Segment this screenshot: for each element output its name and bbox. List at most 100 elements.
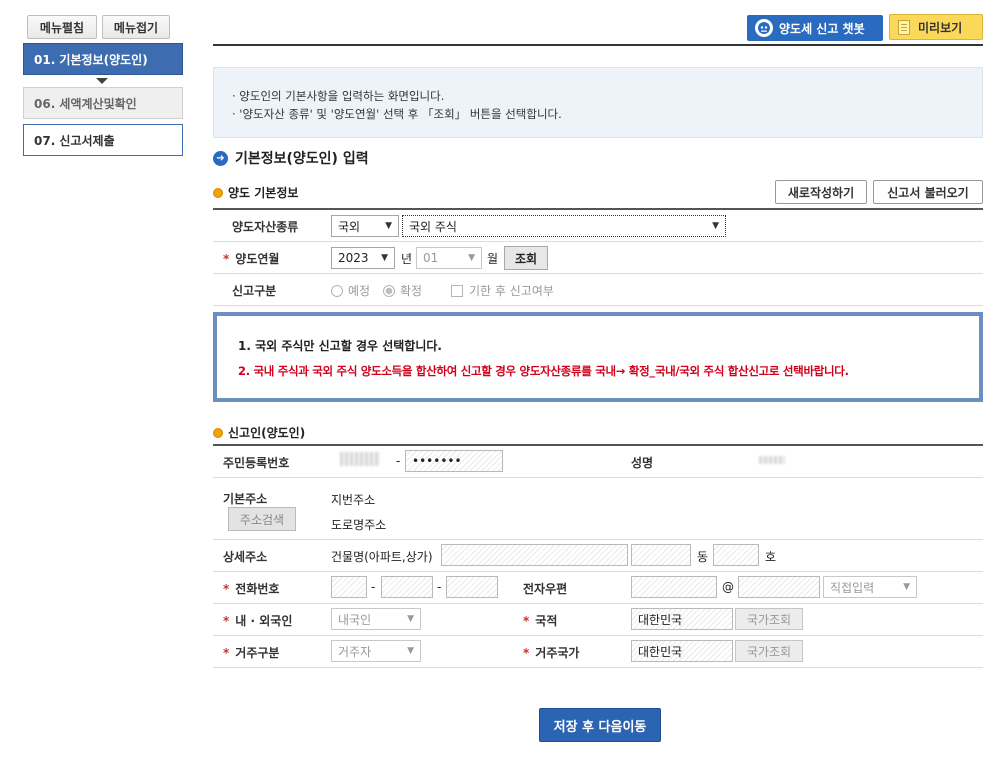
nationality-input[interactable]: 대한민국 — [631, 608, 733, 630]
dong-input[interactable] — [631, 544, 691, 566]
residency-label: * 거주구분 — [223, 646, 280, 660]
step-basic-info[interactable]: 01. 기본정보(양도인) — [23, 43, 183, 75]
chevron-down-icon: ▼ — [903, 582, 910, 592]
residence-country-label: * 거주국가 — [523, 646, 580, 660]
report-type-label: 신고구분 — [232, 284, 277, 298]
chevron-down-icon: ▼ — [407, 646, 414, 656]
rrn-back-input[interactable]: ••••••• — [405, 450, 503, 472]
page-title-text: 기본정보(양도인) 입력 — [235, 151, 369, 167]
transfer-month-row: * 양도연월 2023 ▼ 년 01 ▼ 월 조회 — [213, 242, 983, 274]
transfer-month-label: * 양도연월 — [223, 252, 280, 266]
asset-type-row: 양도자산종류 국외 ▼ 국외 주식 ▼ — [213, 210, 983, 242]
residency-row: * 거주구분 거주자 ▼ * 거주국가 대한민국 국가조회 — [213, 636, 983, 668]
rrn-dash: - — [396, 454, 401, 468]
chatbot-button[interactable]: 양도세 신고 챗봇 — [747, 15, 883, 41]
rrn-row: 주민등록번호 - ••••••• 성명 — [213, 446, 983, 478]
nationality-label: * 국적 — [523, 614, 558, 628]
chatbot-icon — [755, 19, 773, 37]
preview-label: 미리보기 — [918, 20, 963, 35]
step-submit[interactable]: 07. 신고서제출 — [23, 124, 183, 156]
info-line: · '양도자산 종류' 및 '양도연월' 선택 후 「조회」 버튼을 선택합니다… — [232, 107, 562, 121]
notice-box: 1. 국외 주식만 신고할 경우 선택합니다. 2. 국내 주식과 국외 주식 … — [213, 312, 983, 402]
new-report-button[interactable]: 새로작성하기 — [775, 180, 867, 204]
nationality-type-select[interactable]: 내국인 ▼ — [331, 608, 421, 630]
asset-type-label: 양도자산종류 — [232, 220, 299, 234]
info-line: · 양도인의 기본사항을 입력하는 화면입니다. — [232, 89, 445, 103]
bullet-icon — [213, 187, 223, 198]
email-domain-input[interactable] — [738, 576, 820, 598]
step-tax-calculation[interactable]: 06. 세액계산및확인 — [23, 87, 183, 119]
year-select[interactable]: 2023 ▼ — [331, 247, 395, 269]
document-icon — [898, 19, 910, 35]
section-title: 신고인(양도인) — [228, 426, 306, 440]
building-input[interactable] — [441, 544, 628, 566]
email-label: 전자우편 — [523, 582, 568, 596]
radio-confirmed[interactable]: 확정 — [383, 282, 422, 299]
radio-scheduled[interactable]: 예정 — [331, 282, 370, 299]
save-next-button[interactable]: 저장 후 다음이동 — [539, 708, 661, 742]
residency-select[interactable]: 거주자 ▼ — [331, 640, 421, 662]
detail-address-label: 상세주소 — [223, 550, 268, 564]
chevron-down-icon: ▼ — [468, 253, 475, 263]
month-select[interactable]: 01 ▼ — [416, 247, 482, 269]
asset-type-select[interactable]: 국외 ▼ — [331, 215, 399, 237]
contact-row: * 전화번호 - - 전자우편 @ 직접입력 ▼ — [213, 572, 983, 604]
detail-address-row: 상세주소 건물명(아파트,상가) 동 호 — [213, 540, 983, 572]
phone-last-input[interactable] — [446, 576, 498, 598]
ho-input[interactable] — [713, 544, 759, 566]
preview-button[interactable]: 미리보기 — [889, 14, 983, 40]
arrow-down-icon — [96, 78, 108, 84]
report-type-row: 신고구분 예정 확정 기한 후 신고여부 — [213, 274, 983, 306]
asset-detail-select[interactable]: 국외 주식 ▼ — [402, 215, 726, 237]
address-search-button[interactable]: 주소검색 — [228, 507, 296, 531]
dong-unit: 동 — [697, 550, 709, 564]
address-label: 기본주소 — [223, 492, 268, 506]
rrn-label: 주민등록번호 — [223, 456, 290, 470]
email-id-input[interactable] — [631, 576, 717, 598]
residence-country-search-button[interactable]: 국가조회 — [735, 640, 803, 662]
rrn-front-masked — [340, 452, 380, 466]
bullet-icon — [213, 427, 223, 438]
header-divider — [213, 44, 983, 46]
month-unit: 월 — [487, 252, 499, 266]
phone-label: * 전화번호 — [223, 582, 280, 596]
step-label: 06. 세액계산및확인 — [34, 96, 137, 111]
ho-unit: 호 — [765, 550, 777, 564]
residence-country-input[interactable]: 대한민국 — [631, 640, 733, 662]
notice-line-2: 2. 국내 주식과 국외 주식 양도소득을 합산하여 신고할 경우 양도자산종류… — [238, 364, 849, 378]
building-label: 건물명(아파트,상가) — [331, 550, 433, 564]
year-unit: 년 — [401, 252, 413, 266]
menu-expand-button[interactable]: 메뉴펼침 — [27, 15, 97, 39]
step-label: 01. 기본정보(양도인) — [34, 52, 148, 67]
email-at: @ — [722, 580, 734, 594]
menu-collapse-button[interactable]: 메뉴접기 — [102, 15, 170, 39]
late-report-checkbox[interactable]: 기한 후 신고여부 — [451, 282, 554, 299]
load-report-button[interactable]: 신고서 불러오기 — [873, 180, 983, 204]
chevron-down-icon: ▼ — [381, 253, 388, 263]
nationality-type-label: * 내 · 외국인 — [223, 614, 293, 628]
chevron-down-icon: ▼ — [712, 221, 719, 231]
email-domain-select[interactable]: 직접입력 ▼ — [823, 576, 917, 598]
phone-dash: - — [371, 580, 376, 594]
chevron-down-icon: ▼ — [407, 614, 414, 624]
phone-area-input[interactable] — [331, 576, 367, 598]
phone-middle-input[interactable] — [381, 576, 433, 598]
address-row: 기본주소 주소검색 지번주소 도로명주소 — [213, 478, 983, 540]
nationality-row: * 내 · 외국인 내국인 ▼ * 국적 대한민국 국가조회 — [213, 604, 983, 636]
notice-line-1: 1. 국외 주식만 신고할 경우 선택합니다. — [238, 339, 442, 353]
name-masked — [759, 456, 785, 464]
jibun-address-label: 지번주소 — [331, 493, 376, 507]
search-button[interactable]: 조회 — [504, 246, 548, 270]
country-search-button[interactable]: 국가조회 — [735, 608, 803, 630]
section-reporter: 신고인(양도인) — [213, 424, 305, 441]
info-box: · 양도인의 기본사항을 입력하는 화면입니다. · '양도자산 종류' 및 '… — [213, 67, 983, 138]
phone-dash: - — [437, 580, 442, 594]
chevron-down-icon: ▼ — [385, 221, 392, 231]
chatbot-label: 양도세 신고 챗봇 — [779, 21, 865, 36]
section-title: 양도 기본정보 — [228, 186, 299, 200]
road-address-label: 도로명주소 — [331, 518, 387, 532]
arrow-right-icon: ➜ — [213, 150, 228, 166]
section-transfer-info: 양도 기본정보 — [213, 184, 298, 201]
step-label: 07. 신고서제출 — [34, 133, 115, 148]
page-title: ➜ 기본정보(양도인) 입력 — [213, 148, 369, 168]
